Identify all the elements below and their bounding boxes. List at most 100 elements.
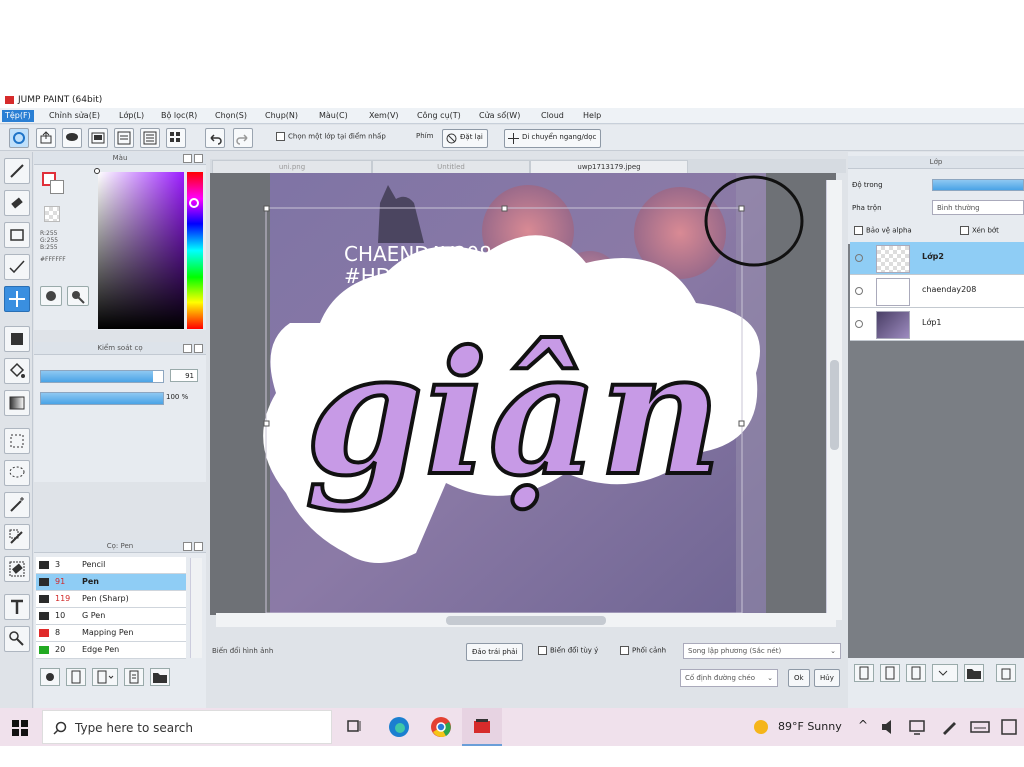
menu-color[interactable]: Màu(C) xyxy=(316,110,351,122)
comment-button[interactable] xyxy=(62,128,82,148)
select-eraser-tool[interactable] xyxy=(4,556,30,582)
keyboard-icon[interactable] xyxy=(970,718,996,744)
chevron-up-icon[interactable]: ^ xyxy=(858,718,868,732)
menu-capture[interactable]: Chụp(N) xyxy=(262,110,301,122)
fixed-diagonal-select[interactable]: Cố định đường chéo ⌄ xyxy=(680,669,778,687)
transparent-color-swatch[interactable] xyxy=(44,206,60,222)
menu-cloud[interactable]: Cloud xyxy=(538,110,567,122)
reset-button[interactable]: Đặt lại xyxy=(442,129,488,148)
clipping-checkbox[interactable] xyxy=(960,226,969,235)
hue-slider-handle[interactable] xyxy=(189,198,199,208)
cloud-button[interactable] xyxy=(9,128,29,148)
move-hv-button[interactable]: Di chuyển ngang/dọc xyxy=(504,129,602,148)
panel-close-icon[interactable] xyxy=(194,542,203,551)
protect-alpha-option[interactable]: Bảo vệ alpha xyxy=(854,226,912,235)
menu-filter[interactable]: Bộ lọc(R) xyxy=(158,110,200,122)
canvas-vertical-scrollbar[interactable] xyxy=(826,180,842,620)
gallery-button[interactable] xyxy=(88,128,108,148)
perspective-option[interactable]: Phối cảnh xyxy=(620,646,666,655)
pen-copy-button[interactable] xyxy=(92,668,118,686)
share-button[interactable] xyxy=(36,128,56,148)
pen-list-item[interactable]: 91 Pen xyxy=(36,574,186,591)
select-tool[interactable] xyxy=(4,428,30,454)
notifications-icon[interactable] xyxy=(1000,718,1024,744)
transform-handle[interactable] xyxy=(738,205,745,212)
color-circle-button[interactable] xyxy=(40,286,62,306)
merge-layer-button[interactable] xyxy=(906,664,926,682)
free-transform-checkbox[interactable] xyxy=(538,646,547,655)
duplicate-layer-button[interactable] xyxy=(880,664,900,682)
layer-menu-button[interactable] xyxy=(932,664,958,682)
taskbar-search-box[interactable]: Type here to search xyxy=(42,710,332,744)
menu-view[interactable]: Xem(V) xyxy=(366,110,402,122)
layer-row[interactable]: chaenday208 xyxy=(850,275,1024,308)
pen-settings-button[interactable] xyxy=(40,668,60,686)
panel-float-icon[interactable] xyxy=(183,344,192,353)
move-tool[interactable] xyxy=(4,286,30,312)
undo-button[interactable] xyxy=(205,128,225,148)
text-tool[interactable] xyxy=(4,594,30,620)
transform-handle[interactable] xyxy=(263,205,270,212)
menu-edit[interactable]: Chỉnh sửa(E) xyxy=(46,110,103,122)
layer-row[interactable]: Lớp2 xyxy=(850,242,1024,275)
color-history-button[interactable] xyxy=(67,286,89,306)
eraser-tool[interactable] xyxy=(4,190,30,216)
layer-row[interactable]: Lớp1 xyxy=(850,308,1024,341)
magic-wand-tool[interactable] xyxy=(4,492,30,518)
menu-help[interactable]: Help xyxy=(580,110,604,122)
canvas-horizontal-scrollbar[interactable] xyxy=(216,613,836,627)
brush-opacity-slider[interactable] xyxy=(40,392,164,405)
weather-sun-icon[interactable] xyxy=(752,718,778,744)
free-transform-option[interactable]: Biến đổi tùy ý xyxy=(538,646,598,655)
pen-list-item[interactable]: 8 Mapping Pen xyxy=(36,625,186,642)
lasso-tool[interactable] xyxy=(4,460,30,486)
taskbar-jumppaint-button[interactable] xyxy=(462,708,502,746)
material-button[interactable] xyxy=(114,128,134,148)
grid-button[interactable] xyxy=(166,128,186,148)
panel-float-icon[interactable] xyxy=(183,154,192,163)
background-color-swatch[interactable] xyxy=(50,180,64,194)
hue-slider[interactable] xyxy=(187,172,203,329)
menu-layer[interactable]: Lớp(L) xyxy=(116,110,147,122)
clipping-option[interactable]: Xén bớt xyxy=(960,226,999,235)
pen-workspace-icon[interactable] xyxy=(940,718,966,744)
transform-handle[interactable] xyxy=(738,420,745,427)
menu-window[interactable]: Cửa sổ(W) xyxy=(476,110,523,122)
perspective-checkbox[interactable] xyxy=(620,646,629,655)
layer-visibility-icon[interactable] xyxy=(855,320,863,328)
panel-close-icon[interactable] xyxy=(194,344,203,353)
layer-blend-select[interactable]: Bình thường xyxy=(932,200,1024,215)
flip-horizontal-button[interactable]: Đảo trái phải xyxy=(466,643,524,661)
network-icon[interactable] xyxy=(908,718,934,744)
eyedropper-tool[interactable] xyxy=(4,626,30,652)
fill-shape-tool[interactable] xyxy=(4,326,30,352)
cancel-button[interactable]: Hủy xyxy=(814,669,840,687)
menu-select[interactable]: Chọn(S) xyxy=(212,110,250,122)
layer-visibility-icon[interactable] xyxy=(855,287,863,295)
pen-list-item[interactable]: 3 Pencil xyxy=(36,557,186,574)
layer-pick-option[interactable]: Chọn một lớp tại điểm nhấp xyxy=(276,132,386,141)
panel-close-icon[interactable] xyxy=(194,154,203,163)
vertical-scroll-thumb[interactable] xyxy=(830,360,839,450)
list-button[interactable] xyxy=(140,128,160,148)
select-pen-tool[interactable] xyxy=(4,524,30,550)
layer-pick-checkbox[interactable] xyxy=(276,132,285,141)
menu-tools[interactable]: Công cụ(T) xyxy=(414,110,464,122)
gradient-tool[interactable] xyxy=(4,390,30,416)
redo-button[interactable] xyxy=(233,128,253,148)
pen-list-item[interactable]: 20 Edge Pen xyxy=(36,642,186,659)
protect-alpha-checkbox[interactable] xyxy=(854,226,863,235)
pen-list-item[interactable]: 10 G Pen xyxy=(36,608,186,625)
rect-tool[interactable] xyxy=(4,222,30,248)
new-layer-button[interactable] xyxy=(854,664,874,682)
saturation-value-picker[interactable] xyxy=(98,172,184,329)
panel-float-icon[interactable] xyxy=(183,542,192,551)
speaker-icon[interactable] xyxy=(880,718,906,744)
task-view-icon[interactable] xyxy=(342,714,368,740)
menu-file[interactable]: Tệp(F) xyxy=(2,110,34,122)
artwork-canvas[interactable]: CHAENDAY208 #HD247 giận xyxy=(210,173,836,615)
correction-tool[interactable] xyxy=(4,254,30,280)
brush-size-value[interactable]: 91 xyxy=(170,369,198,382)
transform-handle[interactable] xyxy=(263,420,270,427)
sv-picker-cursor[interactable] xyxy=(94,168,100,174)
